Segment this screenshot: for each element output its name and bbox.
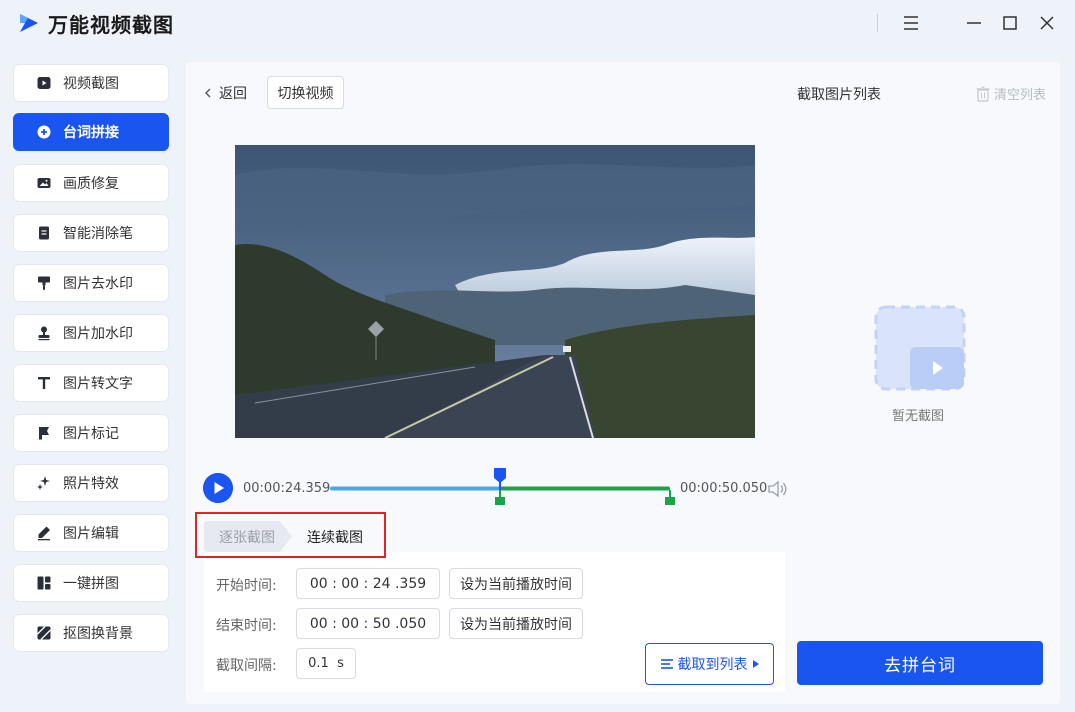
close-icon[interactable] [1034, 10, 1060, 36]
pencil-icon [36, 525, 52, 541]
sidebar-item-image-mark[interactable]: 图片标记 [13, 414, 169, 452]
list-icon [660, 659, 673, 669]
plus-circle-icon [36, 124, 52, 140]
sidebar-item-smart-eraser[interactable]: 智能消除笔 [13, 214, 169, 252]
collage-icon [36, 575, 52, 591]
sidebar-item-add-watermark[interactable]: 图片加水印 [13, 314, 169, 352]
set-end-current-button[interactable]: 设为当前播放时间 [449, 608, 583, 639]
current-time: 00:00:24.359 [243, 481, 331, 496]
back-label: 返回 [219, 86, 247, 102]
range-start-handle[interactable] [495, 490, 505, 505]
document-icon [36, 225, 52, 241]
sidebar-item-label: 图片转文字 [63, 376, 133, 392]
sidebar-item-remove-watermark[interactable]: 图片去水印 [13, 264, 169, 302]
capture-to-list-label: 截取到列表 [677, 657, 748, 673]
sidebar-item-label: 图片去水印 [63, 276, 133, 292]
title-bar: 万能视频截图 [0, 0, 1075, 47]
empty-screenshot-icon [874, 305, 966, 391]
switch-video-button[interactable]: 切换视频 [267, 76, 344, 109]
menu-icon[interactable] [898, 10, 924, 36]
sidebar-item-label: 图片编辑 [63, 526, 119, 542]
minimize-icon[interactable] [961, 10, 987, 36]
sidebar-item-collage[interactable]: 一键拼图 [13, 564, 169, 602]
sparkle-icon [36, 475, 52, 491]
sidebar-item-label: 视频截图 [63, 76, 119, 92]
sidebar-item-cutout-background[interactable]: 抠图换背景 [13, 614, 169, 652]
highlight-box [195, 512, 386, 558]
sidebar-item-label: 台词拼接 [63, 125, 119, 141]
chevron-left-icon [205, 88, 211, 98]
empty-list-text: 暂无截图 [892, 409, 945, 424]
sidebar-item-image-to-text[interactable]: 图片转文字 [13, 364, 169, 402]
range-end-handle[interactable] [665, 490, 675, 505]
set-start-current-button[interactable]: 设为当前播放时间 [449, 568, 583, 599]
divider [877, 14, 878, 32]
volume-icon[interactable] [767, 479, 789, 499]
interval-input[interactable]: 0.1 s [296, 648, 356, 679]
stamp-icon [36, 325, 52, 341]
app-logo-icon [20, 14, 38, 32]
sidebar-item-line-splice[interactable]: 台词拼接 [13, 113, 169, 151]
clear-list-button[interactable]: 清空列表 [975, 84, 1046, 103]
sidebar-item-label: 图片加水印 [63, 326, 133, 342]
start-time-label: 开始时间: [216, 578, 277, 594]
back-button[interactable]: 返回 [201, 82, 247, 104]
timeline-slider[interactable] [326, 466, 686, 508]
sidebar-item-label: 画质修复 [63, 176, 119, 192]
sidebar-item-label: 智能消除笔 [63, 226, 133, 242]
trash-icon [976, 86, 990, 102]
video-capture-icon [36, 75, 52, 91]
end-time-input[interactable]: 00 : 00 : 50 .050 [296, 608, 440, 639]
start-time-input[interactable]: 00 : 00 : 24 .359 [296, 568, 440, 599]
sidebar-item-label: 一键拼图 [63, 576, 119, 592]
sidebar-item-label: 图片标记 [63, 426, 119, 442]
interval-label: 截取间隔: [216, 658, 277, 674]
sidebar-item-photo-effects[interactable]: 照片特效 [13, 464, 169, 502]
timeline-selected-range [500, 486, 670, 491]
capture-to-list-button[interactable]: 截取到列表 [645, 643, 774, 685]
maximize-icon[interactable] [997, 10, 1023, 36]
sidebar-item-label: 照片特效 [63, 476, 119, 492]
go-splice-button[interactable]: 去拼台词 [797, 641, 1043, 685]
sidebar-item-quality-repair[interactable]: 画质修复 [13, 164, 169, 202]
cutout-icon [36, 625, 52, 641]
flag-icon [36, 425, 52, 441]
caret-right-icon [752, 660, 759, 668]
sidebar-item-label: 抠图换背景 [63, 626, 133, 642]
image-icon [36, 175, 52, 191]
clear-list-label: 清空列表 [994, 88, 1047, 103]
sidebar-item-video-capture[interactable]: 视频截图 [13, 64, 169, 102]
text-t-icon [36, 375, 52, 391]
end-time-label: 结束时间: [216, 618, 277, 634]
sidebar-item-image-edit[interactable]: 图片编辑 [13, 514, 169, 552]
end-time: 00:00:50.050 [680, 481, 768, 496]
app-title: 万能视频截图 [48, 13, 174, 37]
video-preview[interactable] [235, 145, 755, 438]
play-button[interactable] [203, 473, 233, 503]
capture-list-title: 截取图片列表 [797, 87, 881, 103]
timeline-progress [330, 486, 500, 491]
brush-icon [36, 275, 52, 291]
